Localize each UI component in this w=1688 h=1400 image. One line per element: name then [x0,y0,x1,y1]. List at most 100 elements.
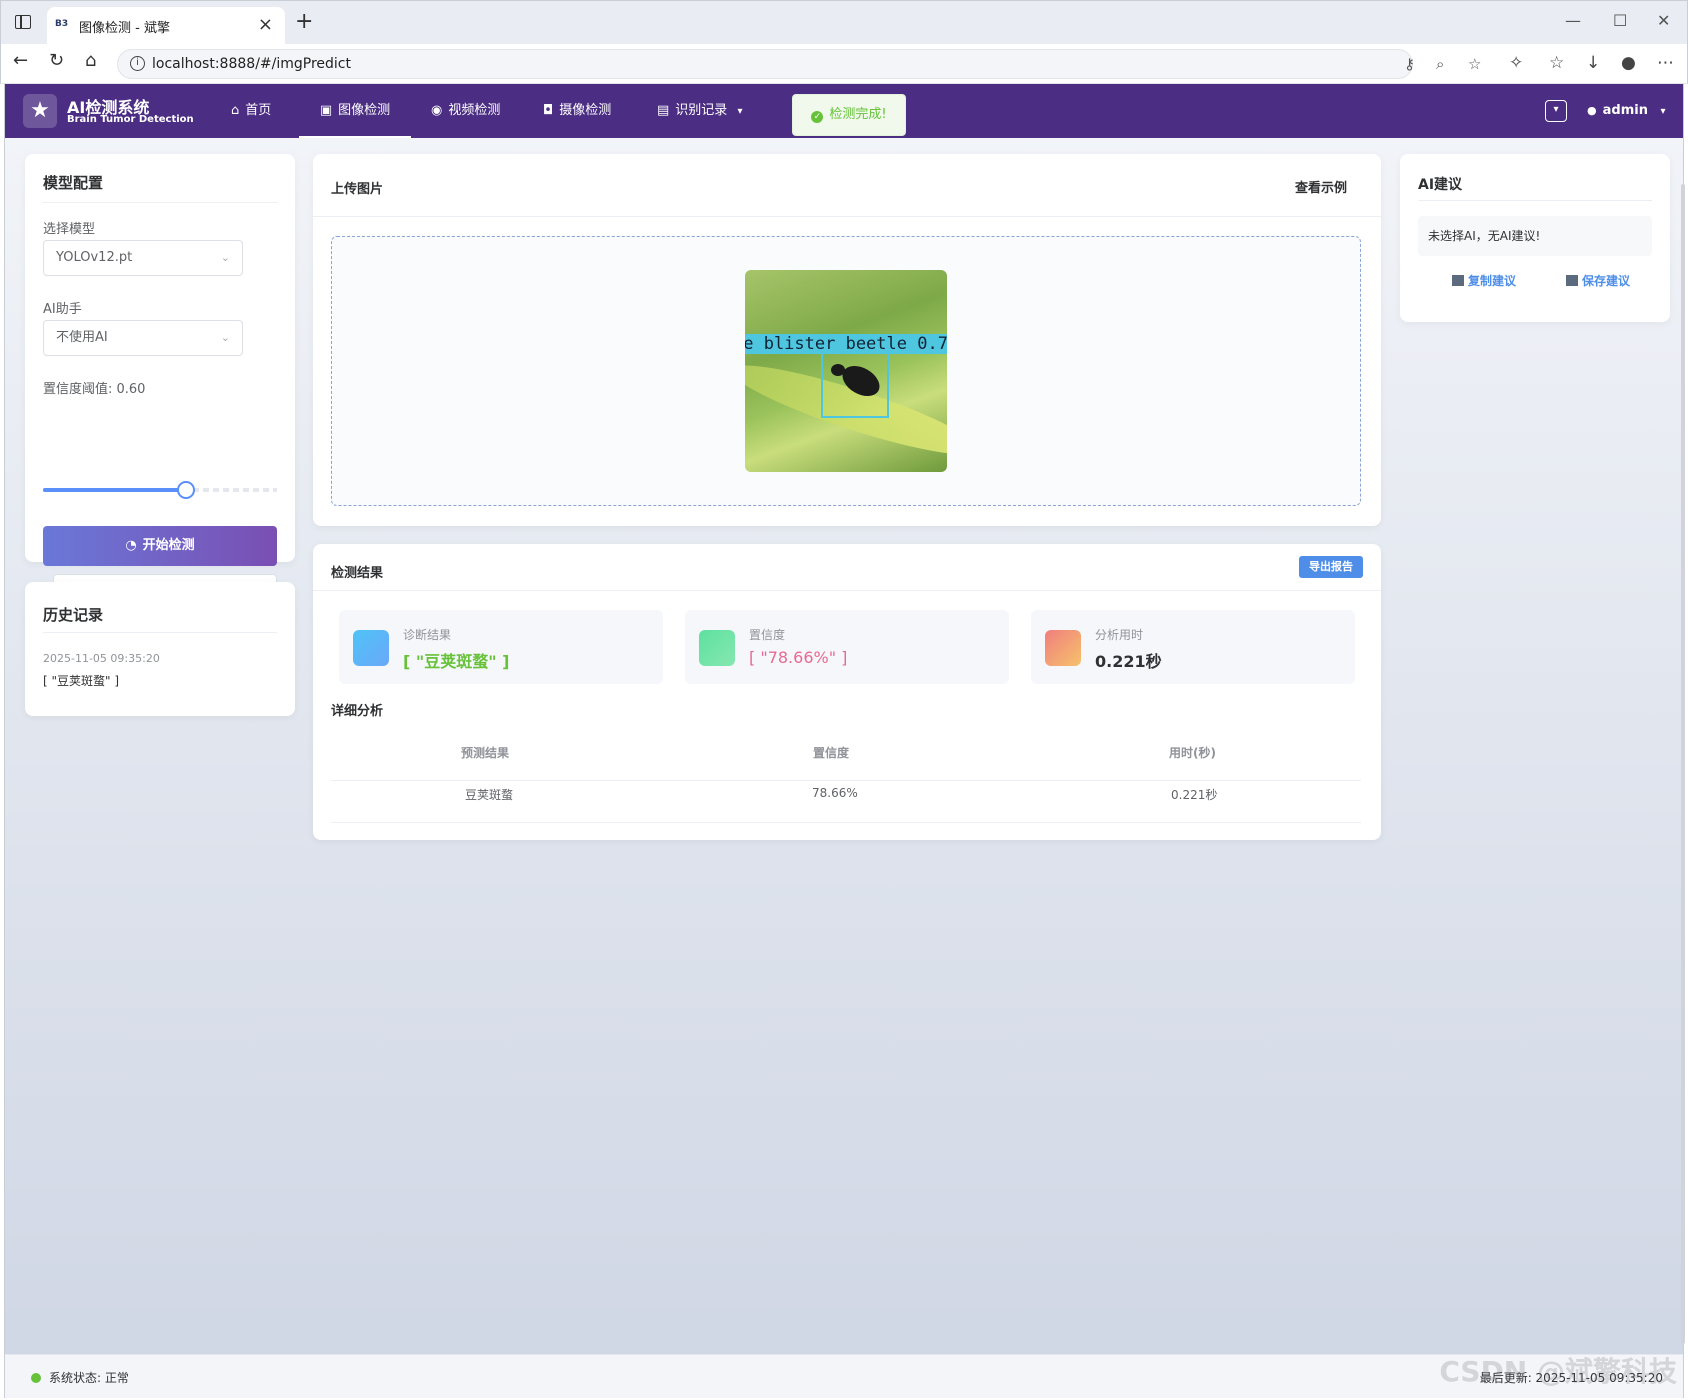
divider [313,590,1381,591]
maximize-icon[interactable]: ☐ [1613,11,1627,30]
user-menu[interactable]: ● admin ▾ [1587,84,1666,138]
zoom-icon[interactable]: ⌕ [1436,55,1444,73]
favicon-icon: B3 [55,19,69,29]
upload-title: 上传图片 [331,182,384,197]
camera-icon: ◘ [543,103,554,118]
divider [313,216,1381,217]
close-window-icon[interactable]: ✕ [1657,11,1670,30]
minimize-icon[interactable]: — [1565,11,1581,30]
image-dropzone[interactable]: ne blister beetle 0.79 [331,236,1361,506]
ai-assistant-select[interactable]: 不使用AI ⌄ [43,320,243,356]
confidence-label: 置信度阈值: 0.60 [43,382,146,397]
reload-icon[interactable]: ↻ [49,50,64,71]
chevron-down-icon: ⌄ [220,331,230,344]
home-icon: ⌂ [231,103,240,118]
upload-panel: 上传图片 查看示例 ne blister beetle 0.79 [313,154,1381,526]
nav-records[interactable]: ▤ 识别记录 ▾ [657,84,742,138]
stat-card-diagnosis: 诊断结果 [ "豆荚斑蝥" ] [339,610,663,684]
nav-home[interactable]: ⌂ 首页 [231,84,271,138]
ai-assistant-label: AI助手 [43,302,82,317]
history-title: 历史记录 [43,606,104,624]
model-label: 选择模型 [43,222,96,237]
tab-actions-icon[interactable] [15,15,31,29]
history-panel: 历史记录 2025-11-05 09:35:20 [ "豆荚斑蝥" ] [25,582,295,716]
confidence-slider-handle[interactable] [177,481,195,499]
export-report-button[interactable]: 导出报告 [1299,556,1363,578]
browser-tabbar: B3 图像检测 - 斌擎 × + — ☐ ✕ [0,0,1688,45]
new-tab-icon[interactable]: + [295,9,313,34]
model-config-panel: 模型配置 选择模型 YOLOv12.pt ⌄ AI助手 不使用AI ⌄ 置信度阈… [25,154,295,614]
config-title: 模型配置 [43,174,104,192]
chevron-down-icon: ⌄ [220,251,230,264]
browser-toolbar: ← ↻ ⌂ i localhost:8888/#/imgPredict ⚷ ⌕ … [0,44,1688,84]
more-icon[interactable]: ⋯ [1657,53,1674,73]
chevron-down-icon: ▾ [737,106,743,117]
table-divider [331,822,1361,823]
stat-title: 置信度 [749,628,786,642]
stat-title: 诊断结果 [403,628,452,642]
system-status: 系统状态: 正常 [31,1369,129,1386]
divider [1418,200,1652,201]
success-toast: ✓ 检测完成! [792,94,906,136]
table-cell: 78.66% [812,786,858,800]
table-header: 预测结果 [461,746,510,760]
logo-star-icon: ★ [23,94,57,128]
stat-value: [ "豆荚斑蝥" ] [403,652,510,671]
nav-video-detect[interactable]: ◉ 视频检测 [431,84,500,138]
view-example-link[interactable]: 查看示例 [1295,177,1347,196]
favorite-star-icon[interactable]: ☆ [1468,55,1481,73]
favorites-icon[interactable]: ☆ [1549,53,1564,73]
divider [43,632,277,633]
table-cell: 豆荚斑蝥 [465,788,514,802]
copy-icon [1452,275,1464,286]
nav-camera-detect[interactable]: ◘ 摄像检测 [543,84,611,138]
detection-result-image: ne blister beetle 0.79 [745,270,947,472]
detail-title: 详细分析 [331,704,384,719]
save-icon [1566,275,1578,286]
browser-tab[interactable]: B3 图像检测 - 斌擎 × [47,7,285,45]
ai-suggestion-title: AI建议 [1418,177,1463,193]
back-icon[interactable]: ← [13,50,28,71]
address-bar[interactable]: i localhost:8888/#/imgPredict ⚷ ⌕ ☆ [117,49,1481,79]
watermark: CSDN @斌擎科技 [1439,1355,1677,1388]
history-time: 2025-11-05 09:35:20 [43,652,160,665]
user-icon: ● [1587,104,1597,117]
start-detect-button[interactable]: ◔ 开始检测 [43,526,277,566]
history-item[interactable]: [ "豆荚斑蝥" ] [43,672,119,689]
close-tab-icon[interactable]: × [258,14,273,35]
timer-icon [1045,630,1081,666]
image-icon: ▣ [319,103,333,118]
stat-value: 0.221秒 [1095,652,1162,671]
key-icon[interactable]: ⚷ [1404,55,1415,73]
fullscreen-icon[interactable]: ▾ [1545,100,1567,122]
stat-title: 分析用时 [1095,628,1144,642]
table-header: 置信度 [813,746,850,760]
status-footer: 系统状态: 正常 最后更新: 2025-11-05 09:35:20 CSDN … [5,1354,1683,1398]
top-navbar: ★ AI检测系统 Brain Tumor Detection ⌂ 首页 ▣ 图像检测… [5,84,1683,138]
profile-icon[interactable]: ● [1621,53,1636,73]
page-scrollbar[interactable] [1681,184,1685,1344]
chevron-down-icon: ▾ [1660,106,1666,117]
app-root: ★ AI检测系统 Brain Tumor Detection ⌂ 首页 ▣ 图像检测… [4,84,1685,1398]
table-divider [331,780,1361,781]
site-info-icon[interactable]: i [130,56,145,71]
copy-suggestion-button[interactable]: 复制建议 [1452,272,1516,289]
results-panel: 检测结果 导出报告 诊断结果 [ "豆荚斑蝥" ] 置信度 [ "78.66%"… [313,544,1381,840]
model-select[interactable]: YOLOv12.pt ⌄ [43,240,243,276]
status-dot-icon [31,1373,41,1383]
downloads-icon[interactable]: ↓ [1586,53,1600,73]
nav-image-detect[interactable]: ▣ 图像检测 [299,84,411,138]
home-browser-icon[interactable]: ⌂ [85,50,96,71]
document-icon: ▤ [657,103,670,118]
detection-label: ne blister beetle 0.79 [745,334,947,354]
ai-suggestion-panel: AI建议 未选择AI，无AI建议! 复制建议 保存建议 [1400,154,1670,322]
confidence-slider-fill [43,488,183,492]
extensions-icon[interactable]: ✧ [1509,53,1523,73]
loading-icon: ◔ [125,538,137,553]
stat-card-time: 分析用时 0.221秒 [1031,610,1355,684]
save-suggestion-button[interactable]: 保存建议 [1566,272,1630,289]
check-icon: ✓ [811,111,824,123]
divider [43,202,277,203]
stat-value: [ "78.66%" ] [749,648,848,667]
table-header: 用时(秒) [1169,746,1216,760]
